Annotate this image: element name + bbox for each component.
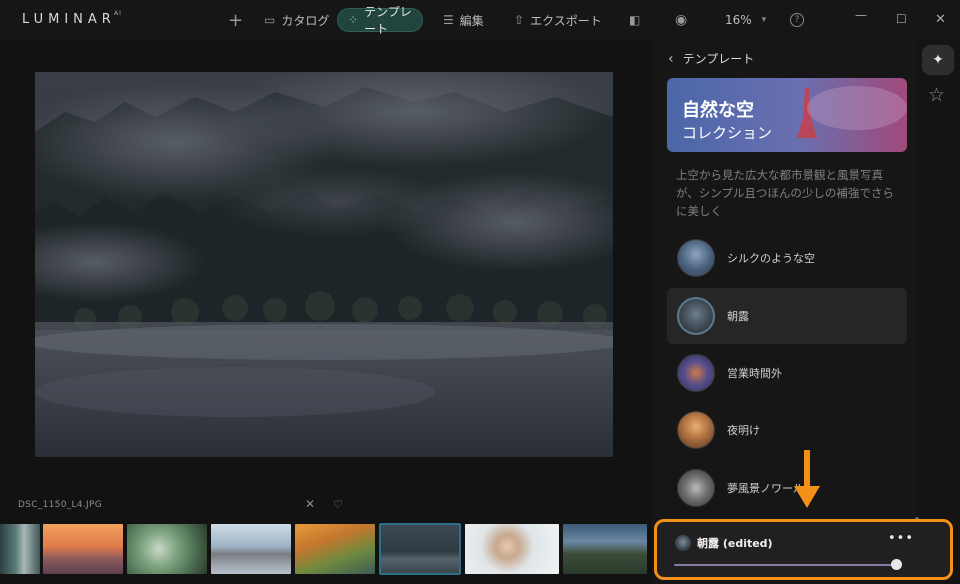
template-thumbnail (677, 354, 715, 392)
filmstrip-thumb[interactable] (465, 524, 559, 574)
favorites-star-icon[interactable]: ☆ (928, 84, 945, 106)
favorite-heart-icon[interactable]: ♡ (333, 498, 343, 511)
template-label: シルクのような空 (727, 252, 815, 265)
template-amount-slider[interactable] (674, 564, 896, 566)
reject-button[interactable]: ✕ (305, 497, 315, 511)
main-photo[interactable] (35, 72, 613, 457)
filmstrip-thumb[interactable] (127, 524, 207, 574)
filmstrip-thumb[interactable] (563, 524, 647, 574)
annotation-arrow-icon (794, 450, 820, 508)
edited-template-thumbnail (675, 535, 691, 551)
add-photos-button[interactable]: + (228, 8, 243, 32)
share-icon: ⇧ (514, 13, 525, 27)
zoom-value: 16% (725, 13, 752, 27)
top-bar: LUMINAR AI + ▭ カタログ ⁘ テンプレート ☰ 編集 ⇧ エクスポ… (0, 0, 960, 40)
template-label: 夜明け (727, 424, 760, 437)
template-thumbnail (677, 411, 715, 449)
banner-subtitle: コレクション (682, 124, 773, 142)
app-logo: LUMINAR (22, 12, 116, 27)
window-maximize-button[interactable]: ☐ (896, 12, 907, 26)
more-options-button[interactable]: ••• (888, 531, 914, 546)
magic-wand-icon: ✦ (932, 52, 944, 68)
tab-export[interactable]: ⇧ エクスポート (514, 8, 602, 32)
window-close-button[interactable]: ✕ (935, 12, 946, 27)
misty-forest-lake-image (35, 72, 613, 457)
filmstrip-thumb[interactable] (295, 524, 375, 574)
tab-export-label: エクスポート (530, 13, 602, 28)
template-label: 朝露 (727, 310, 749, 323)
sliders-icon: ☰ (443, 13, 454, 27)
tab-catalog-label: カタログ (281, 13, 330, 28)
chevron-left-icon: ‹ (668, 50, 674, 67)
filmstrip-thumb-selected[interactable] (379, 523, 461, 575)
back-to-templates-button[interactable]: ‹ テンプレート (668, 50, 754, 67)
filmstrip (0, 520, 652, 576)
right-tool-rail (916, 40, 960, 584)
tab-template-label: テンプレート (364, 5, 412, 36)
template-item[interactable]: シルクのような空 (667, 230, 907, 286)
templates-tool-button[interactable]: ✦ (922, 45, 954, 75)
tab-edit[interactable]: ☰ 編集 (443, 8, 484, 32)
help-button[interactable]: ? (790, 13, 804, 27)
edited-template-label: 朝露 (edited) (697, 537, 773, 550)
filmstrip-thumb[interactable] (43, 524, 123, 574)
filmstrip-thumb[interactable] (211, 524, 291, 574)
preview-button[interactable]: ◉ (675, 8, 687, 32)
app-logo-suffix: AI (114, 10, 122, 17)
magic-wand-icon: ⁘ (348, 13, 359, 27)
window-minimize-button[interactable]: — (855, 8, 867, 22)
template-label: 営業時間外 (727, 367, 782, 380)
template-item[interactable]: 夜明け (667, 402, 907, 458)
chevron-down-icon: ▾ (761, 15, 767, 25)
plus-icon: + (228, 9, 244, 31)
photo-filename: DSC_1150_L4.JPG (18, 500, 102, 510)
filmstrip-thumb[interactable] (0, 524, 40, 574)
banner-title: 自然な空 (682, 100, 754, 121)
tab-catalog[interactable]: ▭ カタログ (264, 8, 329, 32)
template-item[interactable]: 夢風景ノワール (667, 460, 907, 516)
template-thumbnail (677, 297, 715, 335)
slider-handle[interactable] (891, 559, 902, 570)
eye-icon: ◉ (675, 12, 688, 28)
help-icon: ? (794, 15, 800, 25)
zoom-dropdown[interactable]: 16% ▾ (725, 8, 766, 32)
compare-button[interactable]: ◧ (629, 8, 640, 32)
tab-edit-label: 編集 (459, 13, 484, 28)
compare-icon: ◧ (629, 13, 641, 27)
tab-template[interactable]: ⁘ テンプレート (337, 5, 423, 36)
template-item[interactable]: 営業時間外 (667, 345, 907, 401)
collection-description: 上空から見た広大な都市景観と風景写真が、シンプル且つほんの少しの補強でさらに美し… (676, 168, 894, 218)
back-label: テンプレート (682, 52, 755, 66)
template-item-active[interactable]: 朝露 (667, 288, 907, 344)
template-thumbnail (677, 469, 715, 507)
folder-icon: ▭ (264, 13, 276, 27)
template-thumbnail (677, 239, 715, 277)
